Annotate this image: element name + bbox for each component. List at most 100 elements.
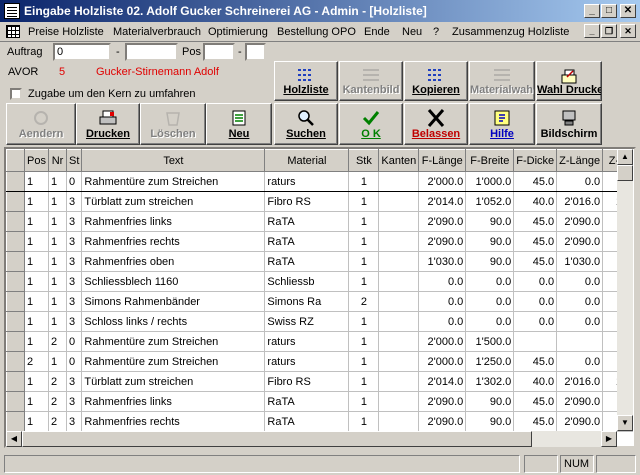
table-cell[interactable]: 1'030.0 [418,251,467,272]
table-cell[interactable]: 0.0 [418,271,467,292]
table-cell[interactable]: Rahmenfries rechts [81,231,266,252]
table-cell[interactable]: Rahmenfries oben [81,251,266,272]
table-row[interactable]: 1 1 3 Rahmenfries rechts RaTA 1 2'090.0 90.0 45.… [6,231,634,252]
table-cell[interactable] [378,211,420,232]
table-cell[interactable]: 3 [65,231,83,252]
table-cell[interactable]: Fibro RS [264,371,350,392]
table-cell[interactable]: 0 [65,331,83,352]
table-row[interactable]: 1 1 3 Rahmenfries links RaTA 1 2'090.0 90.0 45.0… [6,211,634,232]
table-cell[interactable]: Türblatt zum streichen [81,191,266,212]
horizontal-scrollbar[interactable]: ◀ ▶ [6,431,617,447]
table-cell[interactable]: 1 [24,191,49,212]
table-cell[interactable]: RaTA [264,251,350,272]
table-cell[interactable]: 1 [348,271,380,292]
table-cell[interactable]: 1 [48,291,67,312]
table-cell[interactable]: 1 [48,251,67,272]
table-cell[interactable]: 1'030.0 [556,251,604,272]
table-cell[interactable]: 45.0 [513,171,558,192]
table-cell[interactable]: 1 [348,251,380,272]
table-cell[interactable]: 0.0 [556,271,604,292]
table-cell[interactable]: 0.0 [556,171,604,192]
column-header[interactable]: Z-Länge [556,149,604,172]
table-cell[interactable]: raturs [264,171,350,192]
row-selector[interactable] [6,211,25,232]
kopieren-button[interactable]: Kopieren [404,61,468,101]
table-cell[interactable]: 2'090.0 [418,411,467,432]
table-cell[interactable]: 1 [348,311,380,332]
table-cell[interactable]: 45.0 [513,351,558,372]
ok-button[interactable]: O K [339,103,403,145]
table-cell[interactable]: 2'016.0 [556,191,604,212]
wahl-drucker-button[interactable]: Wahl Drucker [536,61,602,101]
table-row[interactable]: 1 2 3 Rahmenfries rechts RaTA 1 2'090.0 90.0 45.… [6,411,634,432]
materialwahl-button[interactable]: Materialwahl [469,61,535,101]
column-header[interactable] [6,149,25,172]
table-cell[interactable]: 1 [24,331,49,352]
table-cell[interactable]: 0.0 [465,291,515,312]
menu-preise-holzliste[interactable]: Preise Holzliste [28,26,104,38]
menu-ende[interactable]: Ende [364,26,390,38]
close-button[interactable]: ✕ [620,4,636,18]
table-cell[interactable]: 0.0 [556,311,604,332]
drucken-button[interactable]: Drucken [76,103,140,145]
table-cell[interactable]: 1 [348,191,380,212]
table-cell[interactable]: 1'302.0 [465,371,515,392]
table-cell[interactable] [378,271,420,292]
table-row[interactable]: 1 2 3 Rahmenfries links RaTA 1 2'090.0 90.0 45.0… [6,391,634,412]
table-cell[interactable]: 1 [48,191,67,212]
table-cell[interactable]: 2'014.0 [418,371,467,392]
table-cell[interactable]: 90.0 [465,391,515,412]
table-cell[interactable]: 2'090.0 [556,411,604,432]
row-selector[interactable] [6,251,25,272]
table-cell[interactable]: 90.0 [465,231,515,252]
table-row[interactable]: 2 1 0 Rahmentüre zum Streichen raturs 1 2'000.… [6,351,634,372]
column-header[interactable]: Nr [48,149,67,172]
belassen-button[interactable]: Belassen [404,103,468,145]
table-cell[interactable]: 1 [348,171,380,192]
zugabe-checkbox[interactable] [10,88,22,100]
table-cell[interactable]: 2'000.0 [418,171,467,192]
table-cell[interactable]: 1 [24,231,49,252]
table-cell[interactable]: 3 [65,251,83,272]
table-cell[interactable]: 90.0 [465,411,515,432]
table-cell[interactable]: 2 [48,331,67,352]
table-cell[interactable]: 0.0 [513,311,558,332]
table-cell[interactable]: Rahmenfries links [81,391,266,412]
table-cell[interactable]: RaTA [264,211,350,232]
table-row[interactable]: 1 1 3 Schloss links / rechts Swiss RZ 1 0.0 0.0… [6,311,634,332]
neu-button[interactable]: Neu [206,103,272,145]
table-cell[interactable]: 0.0 [465,311,515,332]
table-cell[interactable]: 2 [348,291,380,312]
table-cell[interactable]: 2'090.0 [556,391,604,412]
table-cell[interactable]: raturs [264,331,350,352]
table-cell[interactable]: 1 [24,311,49,332]
table-cell[interactable]: 2 [24,351,49,372]
table-cell[interactable]: 0.0 [465,271,515,292]
horizontal-scroll-thumb[interactable] [22,431,532,447]
table-cell[interactable]: 0.0 [513,291,558,312]
table-cell[interactable]: 1 [24,211,49,232]
column-header[interactable]: St [65,149,83,172]
table-cell[interactable]: 90.0 [465,211,515,232]
column-header[interactable]: Stk [348,149,380,172]
table-row[interactable]: 1 2 3 Türblatt zum streichen Fibro RS 1 2'014.… [6,371,634,392]
table-cell[interactable]: Simons Ra [264,291,350,312]
row-selector[interactable] [6,411,25,432]
table-cell[interactable]: 1 [24,411,49,432]
table-cell[interactable]: 2'090.0 [418,231,467,252]
table-row[interactable]: 1 2 0 Rahmentüre zum Streichen raturs 1 2'000.… [6,331,634,352]
table-cell[interactable]: 3 [65,271,83,292]
table-cell[interactable]: Türblatt zum streichen [81,371,266,392]
table-cell[interactable]: 45.0 [513,391,558,412]
column-header[interactable]: Material [264,149,350,172]
table-cell[interactable]: 40.0 [513,371,558,392]
table-cell[interactable]: 45.0 [513,211,558,232]
table-row[interactable]: 1 1 3 Rahmenfries oben RaTA 1 1'030.0 90.0 45.0 1… [6,251,634,272]
table-cell[interactable]: 1 [348,211,380,232]
grid-icon[interactable] [6,25,20,38]
menu-bestellung-opo[interactable]: Bestellung OPO [277,26,356,38]
column-header[interactable]: Pos [24,149,49,172]
table-cell[interactable]: 3 [65,211,83,232]
vertical-scrollbar[interactable]: ▲ ▼ [617,149,633,431]
vertical-scroll-thumb[interactable] [617,165,633,181]
